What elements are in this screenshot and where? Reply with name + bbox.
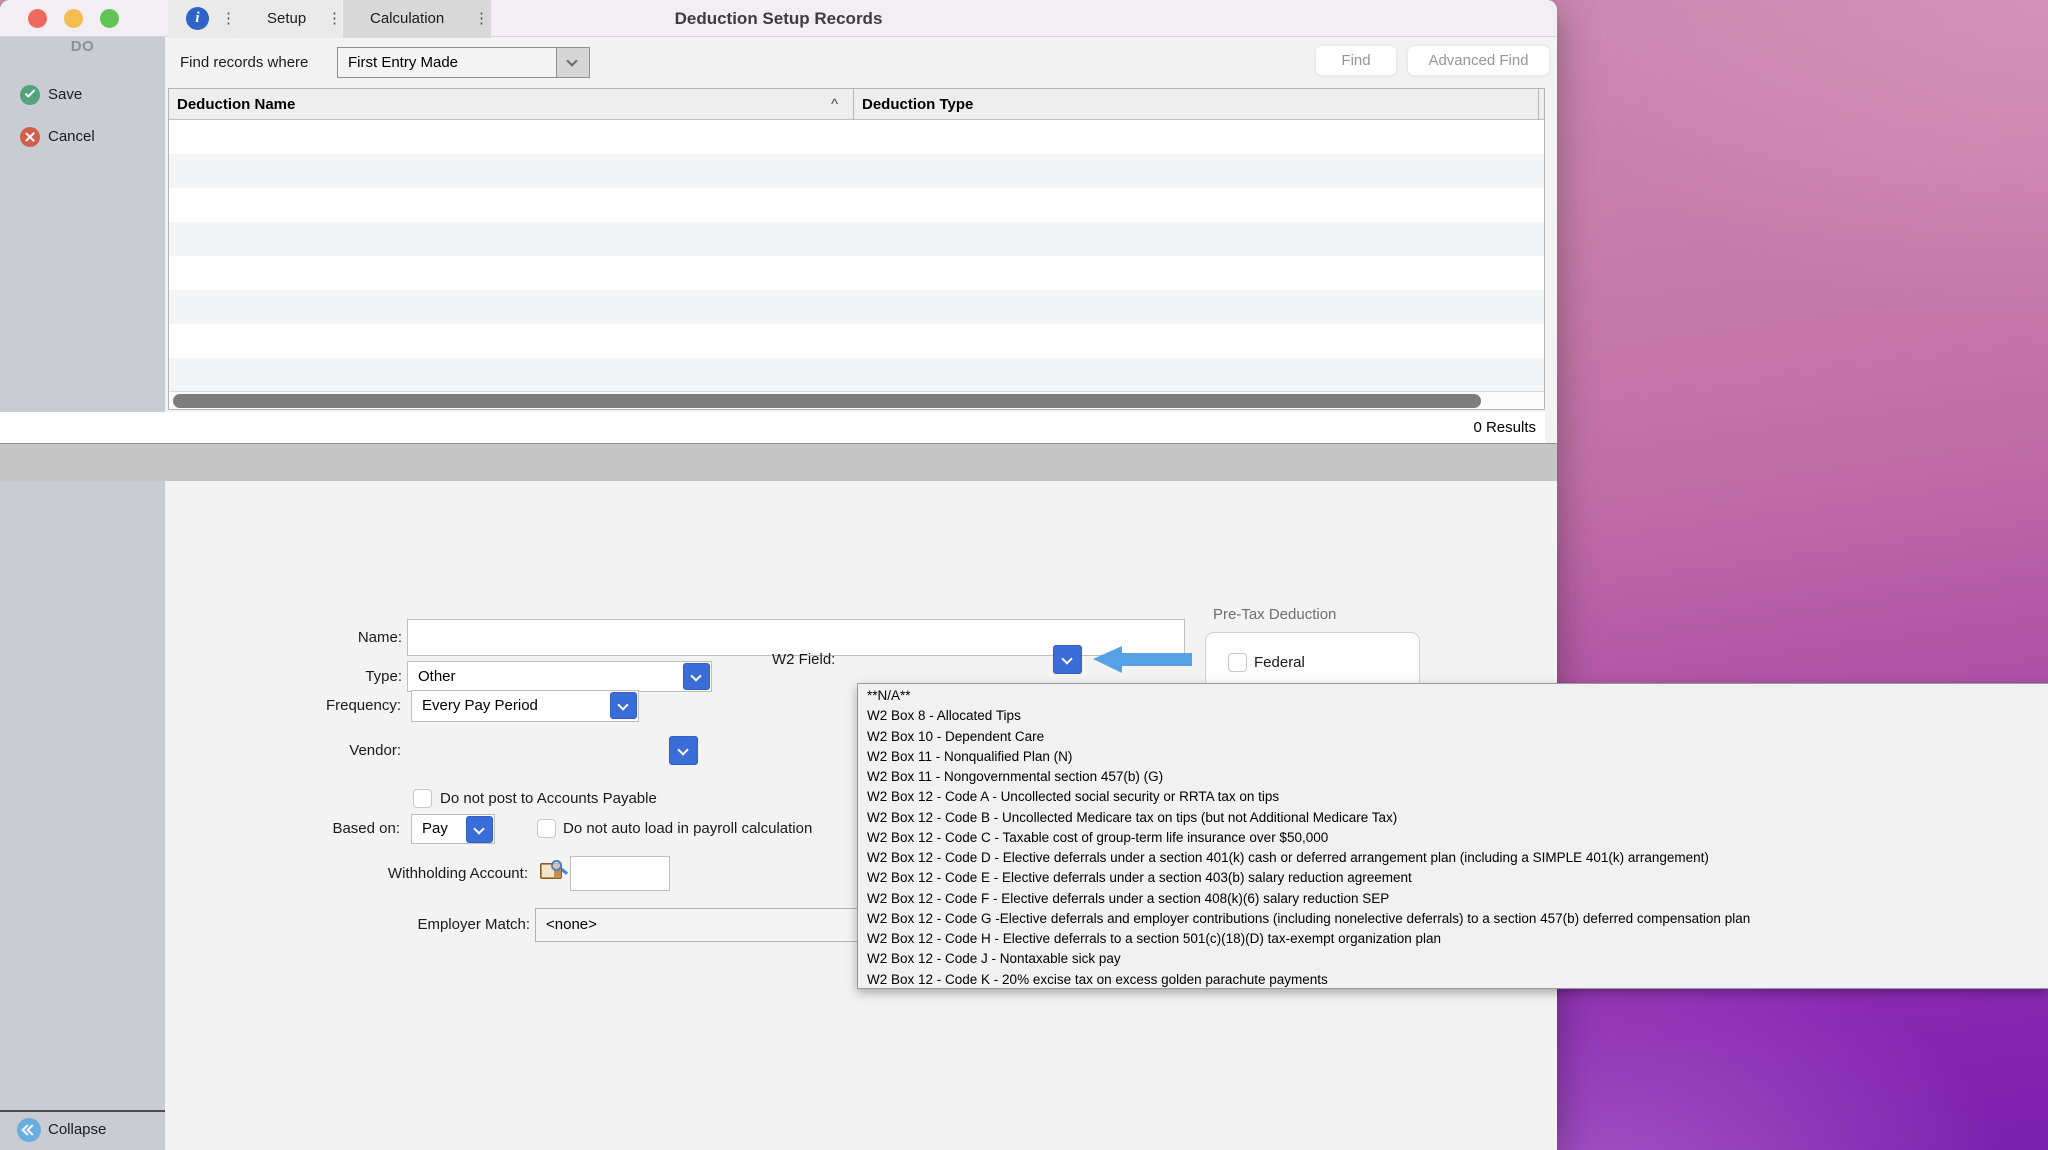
w2-dropdown-option[interactable]: W2 Box 12 - Code H - Elective deferrals … (858, 929, 2048, 949)
tab-menu-icon[interactable]: ⋮ (474, 0, 489, 38)
collapse-chevrons-icon[interactable] (17, 1118, 41, 1142)
chevron-down-icon[interactable] (556, 48, 589, 77)
based-on-label: Based on: (279, 814, 400, 844)
find-criteria-dropdown[interactable]: First Entry Made (337, 47, 590, 78)
records-table: Deduction Name ^ Deduction Type (168, 88, 1545, 410)
name-label: Name: (300, 619, 402, 656)
w2-dropdown-option[interactable]: W2 Box 12 - Code D - Elective deferrals … (858, 848, 2048, 868)
w2-dropdown-option[interactable]: W2 Box 12 - Code A - Uncollected social … (858, 787, 2048, 807)
cancel-button[interactable]: Cancel (48, 127, 95, 147)
w2-dropdown-option[interactable]: W2 Box 12 - Code C - Taxable cost of gro… (858, 828, 2048, 848)
w2-dropdown-option[interactable]: W2 Box 10 - Dependent Care (858, 727, 2048, 747)
annotation-arrow-shaft (1121, 653, 1192, 666)
no-post-ap-label: Do not post to Accounts Payable (440, 789, 657, 808)
results-strip: 0 Results (0, 412, 1545, 443)
w2-dropdown-option[interactable]: W2 Box 12 - Code B - Uncollected Medicar… (858, 808, 2048, 828)
w2-dropdown-option[interactable]: W2 Box 12 - Code G -Elective deferrals a… (858, 909, 2048, 929)
tab-setup[interactable]: Setup ⋮ (239, 0, 342, 38)
find-button[interactable]: Find (1315, 45, 1397, 76)
tab-bar (0, 443, 1557, 481)
sort-ascending-icon[interactable]: ^ (831, 89, 838, 120)
horizontal-scrollbar[interactable] (169, 391, 1544, 409)
annotation-arrow-left-icon (1093, 646, 1122, 673)
w2-dropdown-option[interactable]: W2 Box 12 - Code E - Elective deferrals … (858, 868, 2048, 888)
tab-menu-icon[interactable]: ⋮ (327, 0, 342, 38)
tab-menu-icon[interactable]: ⋮ (221, 0, 236, 38)
sidebar-group-label: DO (0, 38, 165, 55)
w2-field-label: W2 Field: (772, 645, 852, 674)
vendor-chevron-down-icon[interactable] (669, 736, 698, 765)
frequency-label: Frequency: (280, 690, 401, 722)
type-chevron-down-icon[interactable] (683, 663, 710, 690)
w2-field-dropdown-list: **N/A**W2 Box 8 - Allocated TipsW2 Box 1… (857, 683, 2048, 989)
collapse-button[interactable]: Collapse (48, 1120, 106, 1140)
results-count: 0 Results (1473, 412, 1536, 443)
w2-dropdown-option[interactable]: **N/A** (858, 686, 2048, 706)
save-button[interactable]: Save (48, 85, 82, 105)
w2-dropdown-option[interactable]: W2 Box 12 - Code F - Elective deferrals … (858, 889, 2048, 909)
w2-dropdown-option[interactable]: W2 Box 8 - Allocated Tips (858, 706, 2048, 726)
no-auto-load-checkbox[interactable] (537, 819, 556, 838)
no-post-ap-checkbox[interactable] (413, 789, 432, 808)
find-records-where-label: Find records where (180, 47, 308, 78)
w2-field-chevron-down-icon[interactable] (1053, 645, 1082, 674)
sidebar (0, 37, 165, 1150)
type-label: Type: (300, 661, 402, 692)
info-icon[interactable]: i (186, 7, 209, 30)
type-dropdown[interactable]: Other (407, 661, 712, 692)
no-auto-load-label: Do not auto load in payroll calculation (563, 819, 812, 838)
withholding-account-input[interactable] (570, 856, 670, 891)
w2-dropdown-option[interactable]: W2 Box 11 - Nongovernmental section 457(… (858, 767, 2048, 787)
find-criteria-value: First Entry Made (348, 48, 458, 77)
advanced-find-button[interactable]: Advanced Find (1407, 45, 1550, 76)
tab-setup-label: Setup (267, 0, 306, 38)
federal-checkbox[interactable] (1228, 653, 1247, 672)
tab-calculation[interactable]: Calculation ⋮ (343, 0, 491, 38)
federal-label: Federal (1254, 653, 1305, 672)
column-header-deduction-type[interactable]: Deduction Type (862, 89, 973, 120)
based-on-chevron-down-icon[interactable] (466, 816, 493, 843)
withholding-account-label: Withholding Account: (328, 856, 528, 891)
save-check-icon[interactable] (20, 85, 40, 105)
desktop-wallpaper: Deduction Setup Records DO Save Cancel C… (0, 0, 2048, 1150)
pretax-section-label: Pre-Tax Deduction (1213, 606, 1336, 623)
w2-dropdown-option[interactable]: W2 Box 12 - Code K - 20% excise tax on e… (858, 970, 2048, 989)
frequency-dropdown[interactable]: Every Pay Period (411, 690, 639, 722)
w2-dropdown-option[interactable]: W2 Box 11 - Nonqualified Plan (N) (858, 747, 2048, 767)
w2-dropdown-option[interactable]: W2 Box 12 - Code J - Nontaxable sick pay (858, 949, 2048, 969)
horizontal-scrollbar-thumb[interactable] (173, 394, 1481, 408)
cancel-x-icon[interactable] (20, 127, 40, 147)
table-header-row: Deduction Name ^ Deduction Type (169, 89, 1544, 120)
vendor-label: Vendor: (280, 736, 401, 765)
frequency-chevron-down-icon[interactable] (610, 692, 637, 719)
column-header-deduction-name[interactable]: Deduction Name (177, 89, 295, 120)
tab-calculation-label: Calculation (370, 0, 444, 38)
account-lookup-icon[interactable] (540, 860, 567, 881)
employer-match-label: Employer Match: (330, 908, 530, 942)
tab-info[interactable]: i ⋮ (168, 0, 238, 38)
table-body-empty (169, 120, 1544, 391)
